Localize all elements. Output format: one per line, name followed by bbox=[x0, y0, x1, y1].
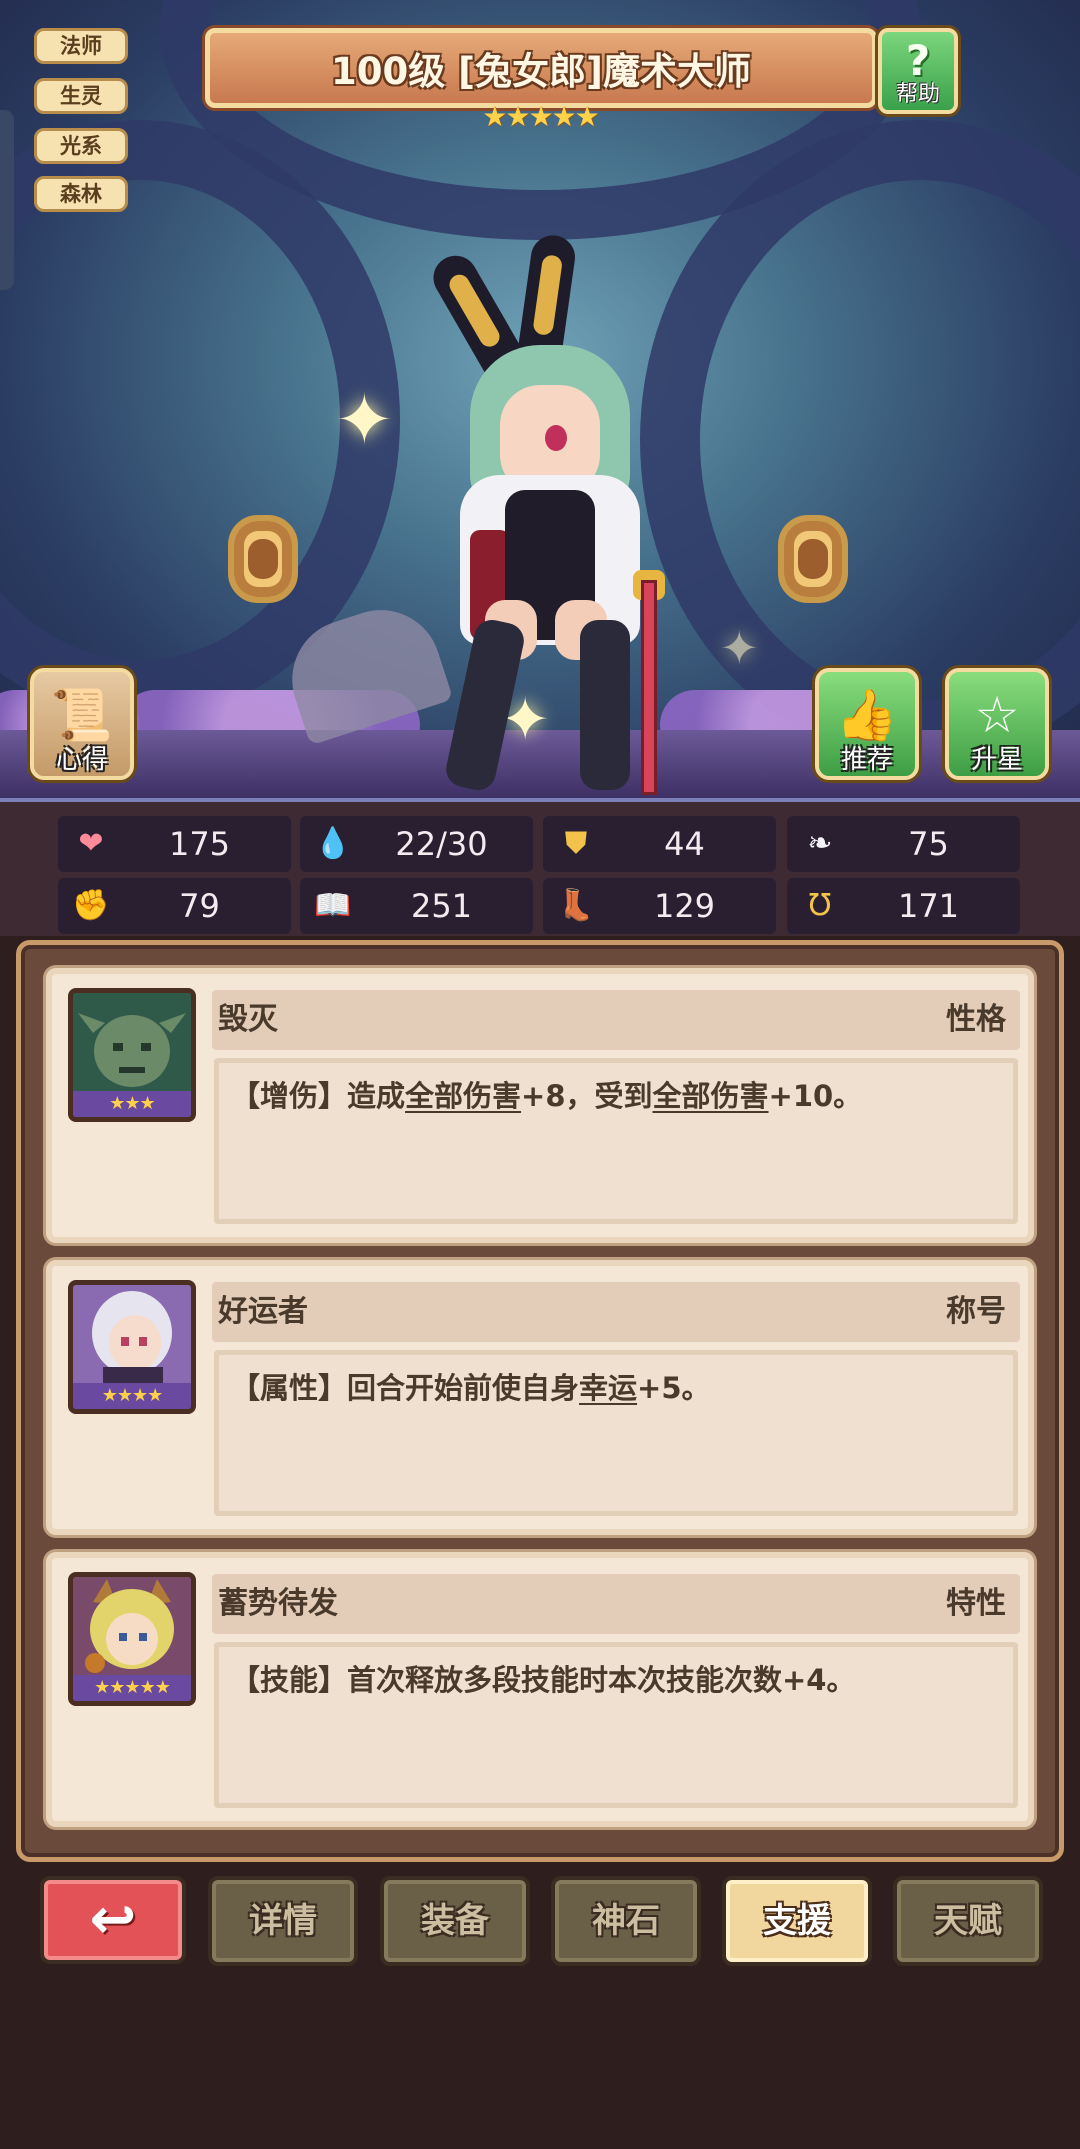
support-card[interactable]: ★★★★ 好运者 称号 【属性】回合开始前使自身幸运+5。 bbox=[46, 1260, 1034, 1535]
stat-agility-value: 75 bbox=[908, 825, 949, 863]
stat-agility: ❧ 75 bbox=[787, 816, 1020, 872]
floating-coin-right bbox=[778, 515, 848, 603]
silver-hair-girl-portrait-icon bbox=[73, 1285, 191, 1383]
stat-strength-value: 79 bbox=[179, 887, 220, 925]
water-drop-icon: 💧 bbox=[314, 826, 352, 861]
side-drawer-tab[interactable] bbox=[0, 110, 14, 290]
horseshoe-icon: Ʊ bbox=[808, 888, 832, 923]
card-type: 特性 bbox=[946, 1586, 1006, 1621]
blonde-beast-girl-portrait-icon bbox=[73, 1577, 191, 1675]
tab-equipment[interactable]: 装备 bbox=[380, 1876, 530, 1966]
help-label: 帮助 bbox=[895, 82, 940, 107]
support-card[interactable]: ★★★ 毁灭 性格 【增伤】造成全部伤害+8，受到全部伤害+10。 bbox=[46, 968, 1034, 1243]
card-description: 【属性】回合开始前使自身幸运+5。 bbox=[214, 1350, 1018, 1516]
stat-luck: Ʊ 171 bbox=[787, 878, 1020, 934]
fist-icon: ✊ bbox=[72, 888, 110, 923]
card-type: 称号 bbox=[946, 1294, 1006, 1329]
stat-strength: ✊ 79 bbox=[58, 878, 291, 934]
insight-button[interactable]: 📜 心得 bbox=[30, 668, 134, 780]
support-card[interactable]: ★★★★★ 蓄势待发 特性 【技能】首次释放多段技能时本次技能次数+4。 bbox=[46, 1552, 1034, 1827]
sparkle-icon: ✦ bbox=[720, 621, 759, 675]
rarity-stars: ★★★ bbox=[73, 1091, 191, 1117]
magic-cane bbox=[641, 580, 657, 795]
goblin-portrait-icon bbox=[73, 993, 191, 1091]
hero-eye bbox=[545, 425, 567, 451]
star-icon: ☆ bbox=[974, 686, 1020, 744]
scroll-icon: 📜 bbox=[50, 686, 114, 744]
book-icon: 📖 bbox=[314, 888, 352, 923]
rarity-stars: ★★★★★ bbox=[73, 1675, 191, 1701]
tab-support[interactable]: 支援 bbox=[722, 1876, 872, 1966]
stat-hp: ❤ 175 bbox=[58, 816, 291, 872]
tag-habitat[interactable]: 森林 bbox=[34, 176, 128, 212]
sparkle-icon: ✦ bbox=[335, 379, 394, 461]
hero-title: 100级 [兔女郎]魔术大师 bbox=[331, 50, 751, 93]
tab-god-stone[interactable]: 神石 bbox=[551, 1876, 701, 1966]
back-button[interactable]: ↩ bbox=[40, 1876, 186, 1964]
hero-star-rating: ★★★★★ bbox=[482, 100, 600, 133]
tag-race[interactable]: 生灵 bbox=[34, 78, 128, 114]
shield-icon: ⛊ bbox=[564, 826, 588, 861]
stat-defense-value: 44 bbox=[664, 825, 705, 863]
stat-intelligence: 📖 251 bbox=[300, 878, 533, 934]
insight-label: 心得 bbox=[55, 745, 108, 775]
recommend-button[interactable]: 👍 推荐 bbox=[815, 668, 919, 780]
tab-details[interactable]: 详情 bbox=[208, 1876, 358, 1966]
stat-intelligence-value: 251 bbox=[410, 887, 473, 925]
thumbs-up-icon: 👍 bbox=[835, 686, 899, 744]
stat-speed: 👢 129 bbox=[543, 878, 776, 934]
star-up-label: 升星 bbox=[970, 745, 1023, 775]
recommend-label: 推荐 bbox=[840, 745, 893, 775]
wing-icon: ❧ bbox=[807, 826, 833, 861]
boot-icon: 👢 bbox=[557, 888, 595, 923]
stats-panel: ❤ 175 💧 22/30 ⛊ 44 ❧ 75 ✊ 79 📖 251 👢 129… bbox=[0, 798, 1080, 936]
floating-coin-left bbox=[228, 515, 298, 603]
hero-leg bbox=[442, 616, 528, 794]
card-name: 毁灭 bbox=[218, 1002, 278, 1037]
star-up-button[interactable]: ☆ 升星 bbox=[945, 668, 1049, 780]
hero-title-bar: 100级 [兔女郎]魔术大师 bbox=[205, 28, 877, 108]
hero-leg bbox=[580, 620, 630, 790]
card-header: 毁灭 性格 bbox=[212, 990, 1020, 1050]
support-portrait[interactable]: ★★★ bbox=[68, 988, 196, 1122]
keyword-link[interactable]: 全部伤害 bbox=[405, 1079, 521, 1113]
stat-luck-value: 171 bbox=[897, 887, 960, 925]
tab-talent[interactable]: 天赋 bbox=[893, 1876, 1043, 1966]
heart-icon: ❤ bbox=[78, 826, 104, 861]
stat-mana: 💧 22/30 bbox=[300, 816, 533, 872]
stat-speed-value: 129 bbox=[653, 887, 716, 925]
help-button[interactable]: ? 帮助 bbox=[878, 28, 958, 114]
rarity-stars: ★★★★ bbox=[73, 1383, 191, 1409]
tag-class[interactable]: 法师 bbox=[34, 28, 128, 64]
stat-mana-value: 22/30 bbox=[395, 825, 488, 863]
keyword-link[interactable]: 幸运 bbox=[579, 1371, 637, 1405]
card-name: 蓄势待发 bbox=[218, 1586, 338, 1621]
card-type: 性格 bbox=[946, 1002, 1006, 1037]
card-name: 好运者 bbox=[218, 1294, 308, 1329]
card-description: 【技能】首次释放多段技能时本次技能次数+4。 bbox=[214, 1642, 1018, 1808]
support-portrait[interactable]: ★★★★★ bbox=[68, 1572, 196, 1706]
keyword-link[interactable]: 全部伤害 bbox=[653, 1079, 769, 1113]
stat-hp-value: 175 bbox=[168, 825, 231, 863]
stat-defense: ⛊ 44 bbox=[543, 816, 776, 872]
card-header: 好运者 称号 bbox=[212, 1282, 1020, 1342]
card-header: 蓄势待发 特性 bbox=[212, 1574, 1020, 1634]
support-portrait[interactable]: ★★★★ bbox=[68, 1280, 196, 1414]
card-description: 【增伤】造成全部伤害+8，受到全部伤害+10。 bbox=[214, 1058, 1018, 1224]
hero-character[interactable] bbox=[415, 232, 675, 795]
tag-element[interactable]: 光系 bbox=[34, 128, 128, 164]
